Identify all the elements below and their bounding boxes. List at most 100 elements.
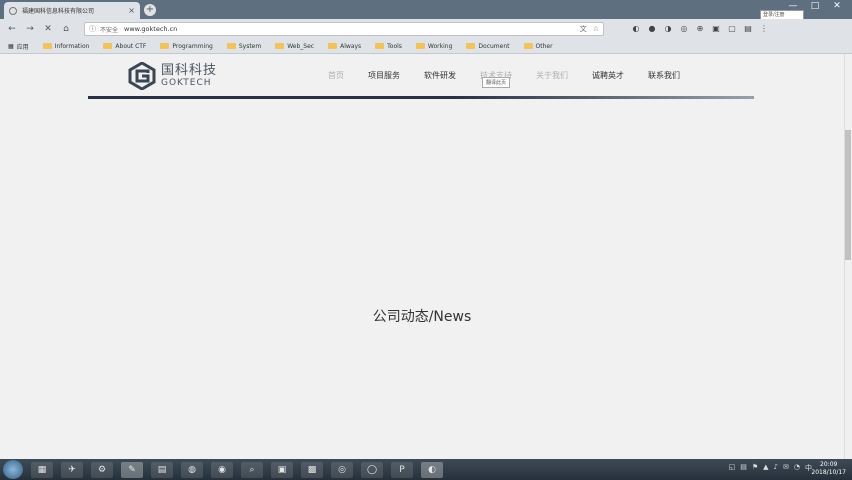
extension-icon[interactable]: ◑	[662, 24, 674, 34]
bookmark-folder[interactable]: Information	[42, 42, 90, 50]
tray-icon[interactable]: ▤	[740, 463, 747, 473]
url-text[interactable]: www.goktech.cn	[124, 25, 580, 33]
nav-item-careers[interactable]: 诚聘英才	[592, 70, 624, 81]
page-favicon-icon	[9, 6, 17, 15]
browser-titlebar: 福建国科信息科技有限公司 × + — □ ✕ 登录/注册	[0, 0, 852, 20]
taskbar-app-icon[interactable]: ◍	[181, 461, 203, 478]
bookmark-folder[interactable]: Document	[466, 42, 510, 50]
clock-date: 2018/10/17	[811, 469, 846, 476]
volume-icon[interactable]: ♪	[774, 463, 778, 473]
nav-item-software-dev[interactable]: 软件研发	[424, 70, 456, 81]
taskbar-app-icon[interactable]: ◯	[361, 461, 383, 478]
clock-time: 20:09	[820, 461, 838, 468]
nav-item-home[interactable]: 首页	[328, 70, 344, 81]
folder-icon	[226, 43, 236, 49]
bookmark-label: About CTF	[115, 42, 147, 50]
bookmark-folder[interactable]: Tools	[375, 43, 402, 50]
taskbar-clock[interactable]: 20:09 2018/10/17	[811, 461, 846, 477]
folder-icon	[466, 43, 476, 49]
stop-reload-button[interactable]: ✕	[42, 24, 54, 34]
taskbar-app-icon[interactable]: ▣	[271, 461, 293, 478]
folder-icon	[103, 43, 113, 49]
extension-icon[interactable]: ▢	[726, 24, 738, 34]
site-logo[interactable]: 国科科技 GOKTECH	[128, 62, 217, 90]
menu-icon[interactable]: ⋮	[758, 24, 770, 34]
taskbar-app-icon[interactable]: ◉	[211, 461, 233, 478]
bookmark-label: Document	[478, 42, 510, 50]
home-button[interactable]: ⌂	[60, 24, 72, 34]
bookmark-folder[interactable]: System	[226, 43, 261, 50]
bookmark-folder[interactable]: About CTF	[103, 43, 146, 50]
taskbar-app-icon[interactable]: ▤	[151, 461, 173, 478]
close-window-button[interactable]: ✕	[826, 1, 848, 11]
bookmark-label: Working	[427, 42, 453, 50]
browser-tab[interactable]: 福建国科信息科技有限公司 ×	[4, 2, 140, 19]
folder-icon	[42, 43, 52, 49]
translate-icon[interactable]: 文	[580, 24, 587, 34]
bookmark-folder[interactable]: Programming	[160, 42, 213, 50]
address-bar[interactable]: ⓘ 不安全 www.goktech.cn 文 ☆	[84, 22, 604, 36]
logo-name-en: GOKTECH	[161, 77, 212, 88]
taskbar-app-icon[interactable]: ▩	[301, 461, 323, 478]
taskbar-chrome-icon[interactable]: ◐	[421, 461, 443, 478]
taskbar-app-icon[interactable]: ✈	[61, 461, 83, 478]
extension-icon[interactable]: ◐	[630, 24, 642, 34]
page-scrollbar[interactable]	[844, 54, 852, 459]
extension-icon[interactable]: ▤	[742, 24, 754, 34]
taskbar-app-icon[interactable]: ⚙	[91, 461, 113, 478]
network-icon[interactable]: ◔	[794, 463, 800, 473]
folder-icon	[523, 43, 533, 49]
taskbar-app-icon[interactable]: ◎	[331, 461, 353, 478]
bookmark-folder[interactable]: Working	[415, 42, 453, 50]
header-divider	[88, 96, 754, 99]
taskbar-app-icon[interactable]: ✎	[121, 461, 143, 478]
news-section-title: 公司动态/News	[372, 309, 472, 325]
scrollbar-thumb[interactable]	[845, 130, 851, 260]
taskbar-app-icon[interactable]: ⌕	[241, 461, 263, 478]
folder-icon	[328, 43, 338, 49]
bookmark-label: Web_Sec	[287, 42, 315, 50]
logo-name-cn: 国科科技	[161, 62, 218, 78]
extension-icon[interactable]: ▣	[710, 24, 722, 34]
bookmark-folder[interactable]: Web_Sec	[275, 43, 314, 50]
bookmark-star-icon[interactable]: ☆	[593, 25, 599, 33]
bookmark-label: 应用	[16, 43, 29, 51]
tray-icon[interactable]: ◱	[729, 463, 736, 473]
info-icon[interactable]: ⓘ	[89, 24, 96, 34]
bookmark-label: Tools	[387, 42, 402, 50]
folder-icon	[415, 43, 425, 49]
back-button[interactable]: ←	[6, 24, 18, 34]
nav-item-about[interactable]: 关于我们	[536, 70, 568, 81]
web-page: 国科科技 GOKTECH 首页 项目服务 软件研发 技术支持 关于我们 诚聘英才…	[0, 54, 844, 459]
bookmark-apps[interactable]: ▦ 应用	[8, 42, 29, 51]
forward-button[interactable]: →	[24, 24, 36, 34]
folder-icon	[375, 43, 385, 49]
bookmarks-bar: ▦ 应用 Information About CTF Programming Sy…	[0, 39, 852, 54]
tab-close-icon[interactable]: ×	[128, 6, 135, 15]
taskbar-app-icon[interactable]: P	[391, 461, 413, 478]
insecure-label: 不安全	[100, 26, 119, 34]
tray-icon[interactable]: ⚑	[752, 463, 758, 473]
bookmark-folder[interactable]: Always	[328, 43, 361, 50]
extension-icons: ◐ ● ◑ ◎ ⊕ ▣ ▢ ▤ ⋮	[630, 24, 774, 34]
logo-text: 国科科技 GOKTECH	[161, 62, 218, 89]
taskbar: ▦ ✈ ⚙ ✎ ▤ ◍ ◉ ⌕ ▣ ▩ ◎ ◯ P ◐ ◱ ▤ ⚑ ▲ ♪ ✉ …	[0, 459, 852, 480]
extension-icon[interactable]: ●	[646, 24, 658, 34]
folder-icon	[275, 43, 285, 49]
extension-icon[interactable]: ⊕	[694, 24, 706, 34]
tray-expand-icon[interactable]: ▲	[763, 463, 768, 473]
extension-icon[interactable]: ◎	[678, 24, 690, 34]
maximize-button[interactable]: □	[804, 1, 826, 11]
taskbar-app-icon[interactable]: ▦	[31, 461, 53, 478]
nav-item-project-services[interactable]: 项目服务	[368, 70, 400, 81]
nav-item-contact[interactable]: 联系我们	[648, 70, 680, 81]
start-button[interactable]	[3, 460, 23, 479]
bookmark-label: Other	[535, 42, 553, 50]
site-header: 国科科技 GOKTECH 首页 项目服务 软件研发 技术支持 关于我们 诚聘英才…	[88, 54, 754, 99]
new-tab-button[interactable]: +	[144, 4, 156, 16]
bookmark-folder[interactable]: Other	[523, 42, 553, 50]
tray-icon[interactable]: ✉	[783, 463, 789, 473]
bookmark-label: Information	[54, 42, 90, 50]
bookmark-label: Always	[340, 42, 362, 50]
bookmark-label: Programming	[172, 42, 213, 50]
